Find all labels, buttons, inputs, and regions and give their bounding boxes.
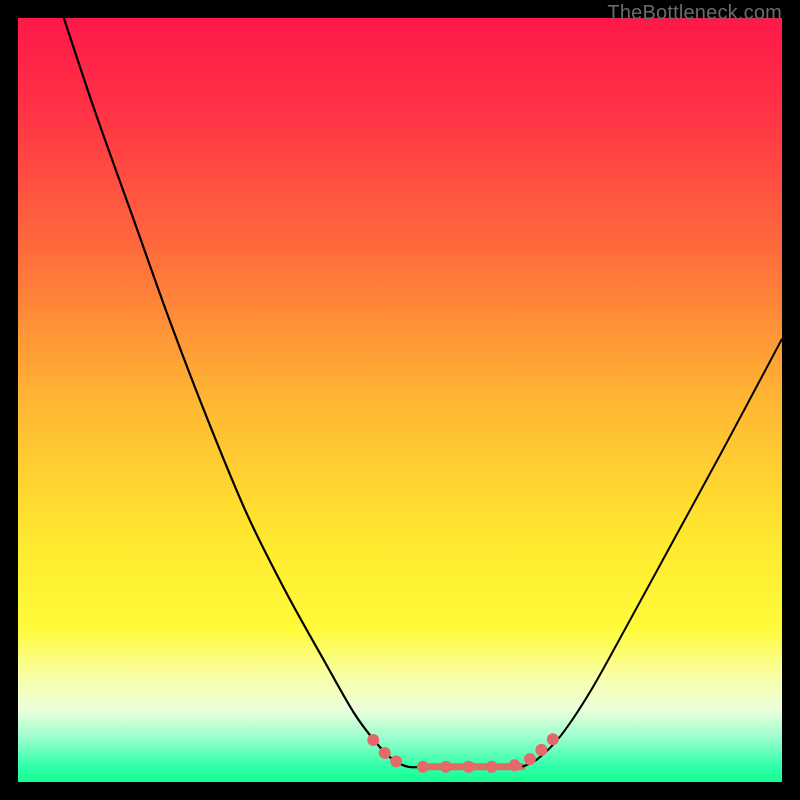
marker-point: [417, 761, 429, 773]
outer-frame: TheBottleneck.com: [0, 0, 800, 800]
watermark-label: TheBottleneck.com: [607, 2, 782, 25]
marker-point: [486, 761, 498, 773]
marker-point: [367, 734, 379, 746]
plot-area: [18, 18, 782, 782]
marker-point: [524, 753, 536, 765]
marker-point: [440, 761, 452, 773]
marker-point: [463, 761, 475, 773]
marker-point: [547, 733, 559, 745]
marker-point: [390, 755, 402, 767]
gradient-background: [18, 18, 782, 782]
marker-point: [379, 747, 391, 759]
marker-point: [535, 744, 547, 756]
chart-svg: [18, 18, 782, 782]
marker-point: [509, 759, 521, 771]
